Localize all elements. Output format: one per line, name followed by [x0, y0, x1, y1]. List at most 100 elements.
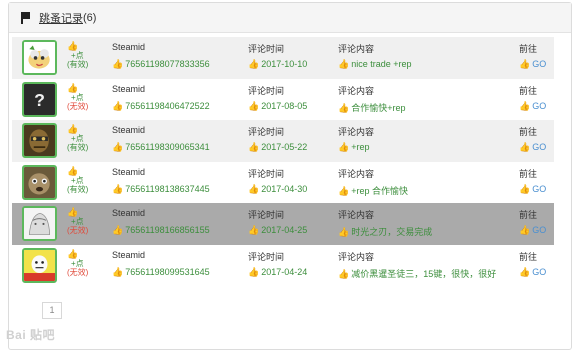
time-label: 评论时间: [248, 168, 285, 179]
thumb-icon: 👍: [338, 227, 350, 237]
plus-label: +点: [71, 175, 84, 185]
time-value: 👍 2017-10-10: [248, 59, 307, 70]
content-label: 评论内容: [338, 168, 375, 179]
thumb-icon: 👍: [248, 183, 260, 194]
thumb-icon: 👍: [519, 59, 531, 69]
content-label: 评论内容: [338, 44, 375, 54]
steamid-label: Steamid: [112, 42, 146, 52]
list-item: 👍 +点 (无效) Steamid 👍 76561198099531645 评论时…: [12, 245, 554, 287]
avatar[interactable]: [22, 164, 57, 200]
time-value: 👍 2017-05-22: [248, 142, 307, 153]
status-label: (有效): [67, 184, 89, 194]
go-label: 前往: [519, 168, 538, 179]
thumb-icon: 👍: [112, 183, 124, 194]
content-value: 👍 时光之刃，交易完成: [338, 225, 432, 238]
steamid-label: Steamid: [112, 249, 146, 260]
time-value: 👍 2017-04-24: [248, 267, 307, 278]
steamid-text: 76561198406472522: [125, 100, 210, 111]
thumb-up-icon[interactable]: 👍: [67, 83, 107, 93]
vote-cell: 👍 +点 (无效): [67, 208, 107, 236]
content-text: +rep 合作愉快: [351, 185, 408, 196]
plus-label: +点: [71, 258, 84, 268]
time-text: 2017-10-10: [261, 59, 308, 69]
plus-label: +点: [71, 92, 84, 102]
content-text: +rep: [351, 142, 370, 152]
thumb-up-icon[interactable]: 👍: [67, 208, 107, 217]
go-text: GO: [532, 183, 547, 194]
thumb-icon: 👍: [112, 59, 124, 69]
steamid-text: 76561198099531645: [125, 266, 210, 277]
records-title-link[interactable]: 跳蚤记录: [39, 10, 83, 26]
thumb-icon: 👍: [519, 225, 531, 235]
thumb-icon: 👍: [519, 100, 531, 111]
thumb-icon: 👍: [248, 225, 260, 235]
time-label: 评论时间: [248, 44, 285, 54]
go-text: GO: [532, 142, 547, 152]
content-label: 评论内容: [338, 85, 375, 96]
time-value: 👍 2017-04-25: [248, 225, 307, 236]
thumb-icon: 👍: [112, 225, 124, 235]
thumb-icon: 👍: [248, 100, 260, 111]
steamid-label: Steamid: [112, 208, 146, 218]
steamid-label: Steamid: [112, 125, 146, 135]
plus-label: +点: [71, 51, 84, 60]
go-link[interactable]: 👍 GO: [519, 225, 546, 236]
thumb-icon: 👍: [338, 268, 350, 279]
plus-label: +点: [71, 134, 84, 143]
vote-cell: 👍 +点 (无效): [67, 83, 107, 111]
content-label: 评论内容: [338, 127, 375, 137]
go-label: 前往: [519, 85, 538, 96]
steamid-text: 76561198138637445: [125, 183, 210, 194]
avatar[interactable]: [22, 40, 57, 75]
go-link[interactable]: 👍 GO: [519, 59, 546, 70]
go-text: GO: [532, 59, 547, 69]
plus-label: +点: [71, 217, 84, 226]
steamid-text: 76561198077833356: [125, 59, 210, 69]
vote-cell: 👍 +点 (有效): [67, 166, 107, 194]
list-item: 👍 +点 (有效) Steamid 👍 76561198077833356 评论时…: [12, 37, 554, 79]
time-text: 2017-04-30: [261, 183, 308, 194]
content-text: nice trade +rep: [351, 59, 412, 69]
thumb-icon: 👍: [338, 185, 350, 196]
steamid-value: 👍 76561198138637445: [112, 184, 210, 195]
thumb-icon: 👍: [519, 142, 531, 152]
content-text: 减价黑暹圣徒三，15键，很快，很好: [351, 268, 497, 279]
go-label: 前往: [519, 251, 538, 262]
flag-icon: [21, 11, 31, 24]
avatar[interactable]: [22, 123, 57, 158]
list-item: ? 👍 +点 (无效) Steamid 👍 76561198406472522 评…: [12, 79, 554, 121]
steamid-text: 76561198309065341: [125, 142, 210, 152]
avatar[interactable]: [22, 206, 57, 241]
avatar[interactable]: [22, 247, 57, 283]
thumb-up-icon[interactable]: 👍: [67, 42, 107, 51]
steamid-value: 👍 76561198099531645: [112, 267, 210, 278]
avatar[interactable]: ?: [22, 81, 57, 117]
go-text: GO: [532, 225, 547, 235]
status-label: (有效): [67, 60, 89, 69]
thumb-up-icon[interactable]: 👍: [67, 249, 107, 259]
steamid-value: 👍 76561198077833356: [112, 59, 210, 70]
thumb-icon: 👍: [519, 266, 531, 277]
thumb-icon: 👍: [519, 183, 531, 194]
records-count: (6): [83, 11, 97, 24]
page-button-current[interactable]: 1: [42, 302, 62, 319]
go-label: 前往: [519, 210, 538, 220]
thumb-icon: 👍: [112, 100, 124, 111]
thumb-icon: 👍: [248, 142, 260, 152]
content-text: 合作愉快+rep: [351, 102, 406, 113]
content-label: 评论内容: [338, 251, 375, 262]
list-item: 👍 +点 (有效) Steamid 👍 76561198309065341 评论时…: [12, 120, 554, 162]
go-link[interactable]: 👍 GO: [519, 267, 546, 278]
thumb-up-icon[interactable]: 👍: [67, 166, 107, 176]
steamid-label: Steamid: [112, 166, 146, 177]
watermark-logo: Bai 贴吧: [6, 328, 56, 342]
go-link[interactable]: 👍 GO: [519, 142, 546, 153]
thumb-up-icon[interactable]: 👍: [67, 125, 107, 134]
thumb-icon: 👍: [248, 266, 260, 277]
time-text: 2017-08-05: [261, 100, 308, 111]
vote-cell: 👍 +点 (无效): [67, 249, 107, 277]
thumb-icon: 👍: [338, 102, 350, 113]
time-value: 👍 2017-04-30: [248, 184, 307, 195]
go-link[interactable]: 👍 GO: [519, 101, 546, 112]
go-link[interactable]: 👍 GO: [519, 184, 546, 195]
